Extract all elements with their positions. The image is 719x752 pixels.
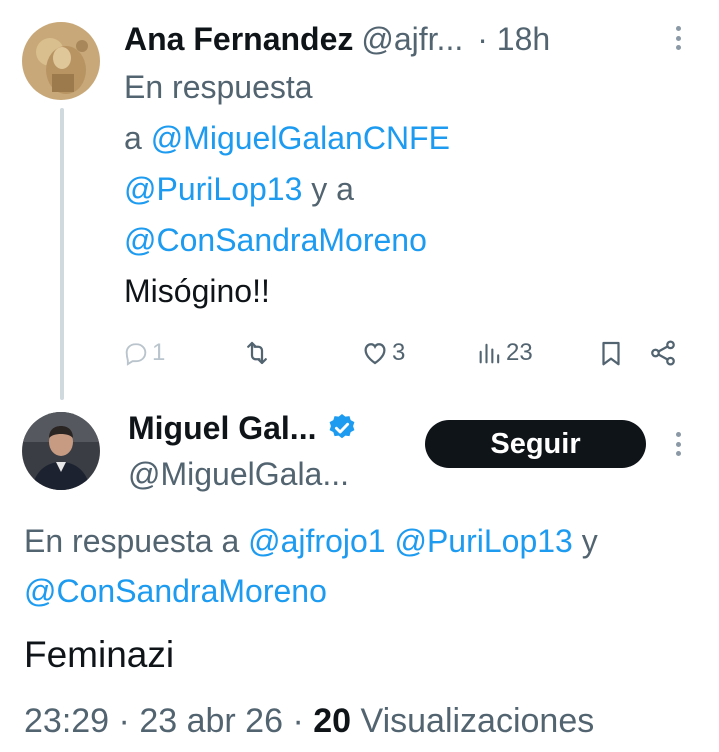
views-button[interactable]: 23 [476,336,533,370]
share-icon [651,340,675,366]
reply-tweet-body: En respuesta a @MiguelGalanCNFE @PuriLop… [124,62,684,317]
more-icon[interactable] [673,26,683,50]
like-button[interactable]: 3 [360,336,405,370]
follow-button[interactable]: Seguir [425,420,646,468]
mention-link[interactable]: @ConSandraMoreno [124,222,427,258]
tweet-text: Feminazi [24,634,175,675]
tweet-actions: 1 3 23 [122,336,692,370]
reply-context: En respuesta a @MiguelGalanCNFE @PuriLop… [124,69,450,258]
thread-connector-line [60,108,64,400]
more-icon[interactable] [673,432,683,456]
share-button[interactable] [648,336,678,370]
author-name[interactable]: Ana Fernandez [124,21,353,58]
author-handle[interactable]: @MiguelGala... [128,456,349,493]
views-number: 20 [313,702,352,740]
tweet-time[interactable]: · 18h [477,21,550,58]
tweet-metadata: 23:29 · 23 abr 26 · 20 Visualizaciones [24,702,595,740]
views-label: Visualizaciones [360,702,595,740]
author-handle[interactable]: @ajfr... [361,21,463,58]
avatar[interactable] [22,22,100,100]
mention-link[interactable]: @ConSandraMoreno [24,573,327,609]
reply-tweet-header: Ana Fernandez @ajfr... · 18h [124,16,684,62]
tweet-time[interactable]: 23:29 [24,702,109,740]
reply-icon [125,343,147,366]
reply-count: 1 [152,339,166,366]
mention-link[interactable]: @PuriLop13 [124,171,302,207]
tweet-date[interactable]: 23 abr 26 [139,702,283,740]
mention-link[interactable]: @MiguelGalanCNFE [151,120,450,156]
like-icon [364,343,386,365]
bookmark-button[interactable] [596,336,626,370]
main-tweet-header: Miguel Gal... [128,404,358,452]
avatar[interactable] [22,412,100,490]
views-icon [479,343,500,364]
like-count: 3 [392,339,406,366]
verified-badge-icon [330,414,355,439]
mention-link[interactable]: @ajfrojo1 [248,523,385,559]
bookmark-icon [602,341,620,366]
mention-link[interactable]: @PuriLop13 [394,523,572,559]
reply-button[interactable]: 1 [122,336,165,370]
retweet-button[interactable] [242,336,272,370]
tweet-text: Misógino!! [124,273,270,309]
reply-context: En respuesta a @ajfrojo1 @PuriLop13 y @C… [24,523,598,609]
author-name[interactable]: Miguel Gal... [128,410,316,447]
views-count: 23 [506,339,533,366]
retweet-icon [247,341,267,365]
